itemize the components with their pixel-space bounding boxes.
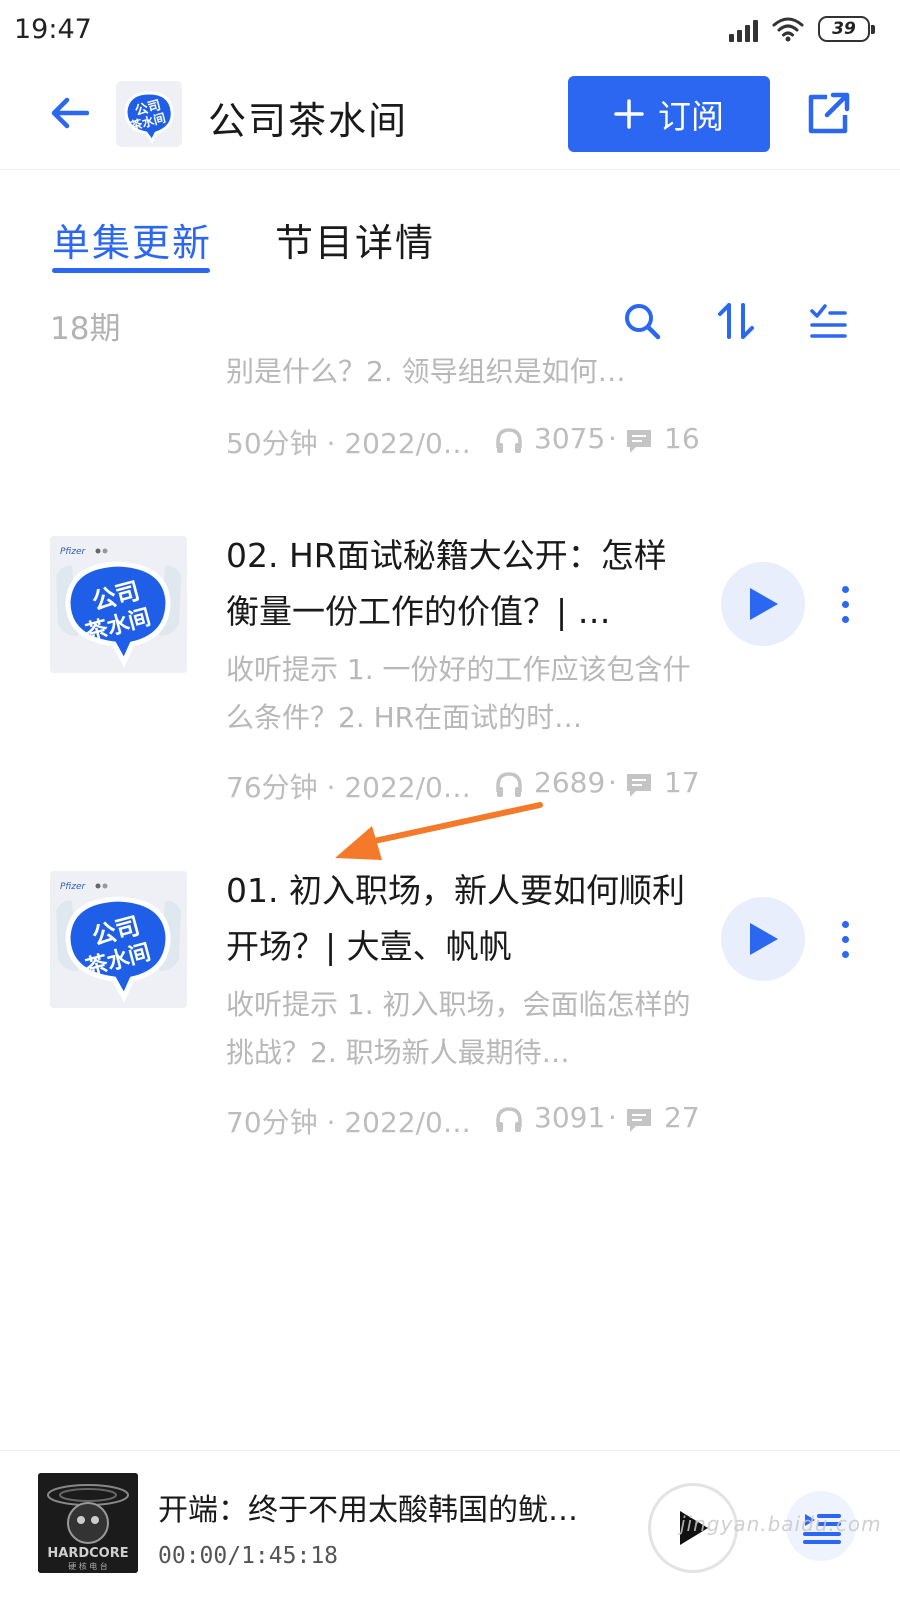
episode-count: 18期 xyxy=(50,311,121,347)
episode-meta: 50分钟 · 2022/0… 3075 · 16 xyxy=(226,422,700,460)
comment-icon xyxy=(627,430,651,453)
more-dot xyxy=(841,600,849,608)
episode-description: 收听提示 1. 初入职场，会面临怎样的挑战？2. 职场新人最期待… xyxy=(226,988,691,1069)
episode-cover-art: Pfizer 公司 茶水间 xyxy=(50,871,187,1008)
comment-icon xyxy=(627,1109,651,1132)
listen-count: 3091 xyxy=(534,1101,606,1134)
play-icon xyxy=(750,923,778,955)
share-icon xyxy=(808,92,850,134)
listen-count: 2689 xyxy=(534,766,606,799)
tab-bar: 单集更新 节目详情 xyxy=(0,200,900,280)
episode-play-button[interactable] xyxy=(721,562,805,646)
more-dot xyxy=(841,615,849,623)
share-button[interactable] xyxy=(800,86,856,142)
headphones-icon xyxy=(496,1107,522,1132)
plus-icon xyxy=(614,99,644,129)
more-dot xyxy=(841,585,849,593)
multi-select-button[interactable] xyxy=(804,297,852,345)
more-dot xyxy=(841,950,849,958)
signal-icon xyxy=(729,16,758,42)
cover-brand: Pfizer xyxy=(60,882,87,892)
episode-meta: 70分钟 · 2022/0… 3091 · 27 xyxy=(226,1101,700,1139)
episode-more-button[interactable] xyxy=(830,909,860,969)
now-playing-title: 开端：终于不用太酸韩国的鱿… xyxy=(158,1493,578,1528)
more-dot xyxy=(841,935,849,943)
cover-brand-text: HARDCORE xyxy=(47,1546,128,1561)
list-item[interactable]: Pfizer 公司 茶水间 02. HR面试秘籍大公开：怎样衡量一份工作的价值？… xyxy=(0,536,900,836)
episode-more-button[interactable] xyxy=(830,574,860,634)
episode-cover-art: Pfizer 公司 茶水间 xyxy=(50,536,187,673)
back-button[interactable] xyxy=(44,88,94,138)
tab-episode-updates[interactable]: 单集更新 xyxy=(52,212,212,267)
active-tab-indicator xyxy=(52,268,210,273)
comment-count: 16 xyxy=(664,422,700,455)
watermark: jingyan.baidu.com xyxy=(680,1512,882,1536)
episode-list: 别是什么？2. 领导组织是如何… 50分钟 · 2022/0… 3075 · 1… xyxy=(0,340,900,1440)
now-playing-time: 00:00/1:45:18 xyxy=(158,1543,339,1569)
more-dot xyxy=(841,920,849,928)
battery-icon: 39 xyxy=(818,16,875,42)
sort-icon xyxy=(718,303,754,339)
list-item[interactable]: 别是什么？2. 领导组织是如何… 50分钟 · 2022/0… 3075 · 1… xyxy=(0,340,900,510)
episode-duration: 76分钟 · 2022/0… xyxy=(226,771,471,804)
now-playing-cover-art: HARDCORE 硬 核 电 台 xyxy=(38,1473,138,1573)
comment-count: 17 xyxy=(664,766,700,799)
cover-sub-text: 硬 核 电 台 xyxy=(68,1561,108,1571)
episode-description: 收听提示 1. 一份好的工作应该包含什么条件？2. HR在面试的时… xyxy=(226,653,691,734)
episode-meta: 76分钟 · 2022/0… 2689 · 17 xyxy=(226,766,700,804)
status-icons: 39 xyxy=(729,16,875,42)
header: 公司 茶水间 公司茶水间 订阅 xyxy=(0,62,900,170)
list-toolbar: 18期 xyxy=(0,295,900,355)
episode-duration: 50分钟 · 2022/0… xyxy=(226,427,471,460)
listen-count: 3075 xyxy=(534,422,606,455)
cover-brand: Pfizer xyxy=(60,547,87,557)
episode-cover: Pfizer 公司 茶水间 xyxy=(50,536,187,673)
episode-cover: Pfizer 公司 茶水间 xyxy=(50,871,187,1008)
podcast-logo-art: 公司 茶水间 xyxy=(116,81,182,147)
wifi-icon xyxy=(772,17,804,42)
episode-play-button[interactable] xyxy=(721,897,805,981)
episode-title: 01. 初入职场，新人要如何顺利开场？| 大壹、帆帆 xyxy=(226,871,685,966)
subscribe-button[interactable]: 订阅 xyxy=(568,76,770,152)
headphones-icon xyxy=(496,428,522,453)
arrow-left-icon xyxy=(51,97,89,129)
episode-title: 02. HR面试秘籍大公开：怎样衡量一份工作的价值？| … xyxy=(226,536,667,631)
episode-duration: 70分钟 · 2022/0… xyxy=(226,1106,471,1139)
comment-icon xyxy=(627,774,651,797)
status-bar: 19:47 39 xyxy=(0,0,900,62)
list-item[interactable]: Pfizer 公司 茶水间 01. 初入职场，新人要如何顺利开场？| 大壹、帆帆… xyxy=(0,871,900,1171)
subscribe-label: 订阅 xyxy=(658,97,724,136)
tab-program-details[interactable]: 节目详情 xyxy=(275,212,435,267)
comment-count: 27 xyxy=(664,1101,700,1134)
status-time: 19:47 xyxy=(14,14,92,45)
episode-description: 别是什么？2. 领导组织是如何… xyxy=(226,355,626,388)
now-playing-cover: HARDCORE 硬 核 电 台 xyxy=(38,1473,138,1573)
sort-button[interactable] xyxy=(712,297,760,345)
search-icon xyxy=(625,304,661,340)
search-button[interactable] xyxy=(618,297,666,345)
list-check-icon xyxy=(810,304,847,338)
headphones-icon xyxy=(496,772,522,797)
podcast-title: 公司茶水间 xyxy=(208,99,409,143)
play-icon xyxy=(750,588,778,620)
podcast-logo: 公司 茶水间 xyxy=(116,81,182,147)
